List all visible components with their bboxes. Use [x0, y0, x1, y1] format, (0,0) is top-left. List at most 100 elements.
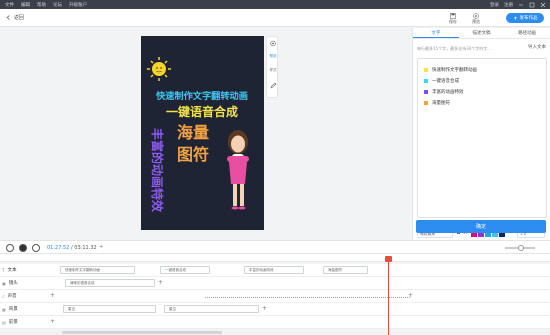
text-line-label: 一键语音合成	[432, 79, 459, 84]
save-label: 保存	[449, 19, 457, 24]
color-dot	[424, 68, 428, 72]
track-name: 镜头	[8, 281, 18, 286]
menu-help[interactable]: 帮助	[37, 2, 46, 8]
play-icon[interactable]	[19, 244, 27, 252]
track-label: ▣ 镜头	[2, 280, 18, 287]
poster-line3: 丰富的动画特效	[150, 128, 165, 213]
total-time: / 03:11.32	[71, 245, 97, 251]
text-line-item[interactable]: 一键语音合成	[424, 78, 459, 84]
poster-line4a: 海量	[177, 123, 209, 142]
timeline-clip[interactable]: 一键语音合成	[160, 266, 210, 274]
poster-line4b: 图符	[177, 145, 209, 164]
color-dot	[424, 79, 428, 83]
canvas-side-tools: 预设 样式	[266, 36, 278, 98]
track-camera: ▣ 镜头 清晰的语音合成 +	[0, 277, 550, 290]
track-label: T 文本	[2, 267, 17, 274]
panel-tabs: 文字 描述文稿 路径动画	[413, 28, 550, 39]
preview-label: 预览	[472, 19, 480, 24]
current-time: 01:27.52	[47, 245, 70, 251]
track-name: 声音	[7, 294, 17, 299]
text-line-item[interactable]: 丰富的动画特效	[424, 89, 464, 95]
poster-line2: 一键语音合成	[166, 104, 238, 119]
maximize-icon[interactable]	[529, 2, 535, 8]
login-link[interactable]: 登录	[490, 2, 499, 8]
text-line-item[interactable]: 海量图符	[424, 100, 450, 106]
menu-file[interactable]: 文件	[5, 2, 14, 8]
zoom-slider-thumb[interactable]	[518, 245, 524, 251]
add-icon[interactable]: +	[99, 244, 103, 250]
back-label: 返回	[14, 15, 25, 21]
style-tool[interactable]: 样式	[267, 68, 279, 73]
account-area: 登录 注册	[490, 0, 546, 9]
settings-icon[interactable]	[267, 40, 279, 47]
add-foreground-icon[interactable]: +	[50, 318, 55, 325]
tab-path-animation[interactable]: 路径动画	[504, 28, 550, 38]
add-clip-icon[interactable]: +	[158, 279, 163, 286]
register-link[interactable]: 注册	[504, 2, 513, 8]
timeline-clip[interactable]: 星空	[63, 305, 156, 313]
color-dot	[424, 101, 428, 105]
video-preview[interactable]: 快速制作文字翻转动画 一键语音合成 丰富的动画特效 海量 图符	[141, 36, 264, 230]
timeline-clip[interactable]: 星空	[164, 305, 259, 313]
properties-panel: 文字 描述文稿 路径动画 每行最多15个字，最多支持30个字符字... 导入文本…	[412, 28, 550, 240]
track-name: 背景	[8, 307, 18, 312]
track-label: ▤ 前景	[2, 319, 18, 326]
track-name: 前景	[8, 320, 18, 325]
timeline-clip[interactable]: 海量图符	[323, 266, 368, 274]
preview-button[interactable]: 预览	[472, 13, 480, 25]
add-clip-icon[interactable]: +	[408, 292, 413, 299]
edit-icon[interactable]	[267, 82, 279, 89]
timeline-ruler[interactable]	[0, 254, 550, 262]
upload-icon	[513, 16, 517, 20]
tab-script[interactable]: 描述文稿	[459, 28, 505, 38]
minimize-icon[interactable]	[518, 2, 524, 8]
track-foreground: ▤ 前景 +	[0, 316, 550, 329]
playhead[interactable]	[388, 256, 389, 335]
arrow-left-icon	[6, 15, 10, 20]
text-lines-editor[interactable]: 快速制作文字翻转动画 一键语音合成 丰富的动画特效 海量图符	[417, 58, 547, 218]
add-audio-icon[interactable]: +	[50, 292, 55, 299]
timeline-scrollbar[interactable]	[62, 331, 222, 334]
text-line-label: 丰富的动画特效	[432, 90, 464, 95]
export-button[interactable]: 发布作品	[506, 13, 544, 23]
image-icon: ▦	[2, 306, 6, 312]
track-name: 文本	[7, 268, 17, 273]
track-label: ▦ 背景	[2, 306, 18, 313]
save-button[interactable]: 保存	[449, 13, 457, 25]
tab-text[interactable]: 文字	[413, 28, 459, 38]
character-figure	[227, 130, 249, 210]
menu-edit[interactable]: 编辑	[21, 2, 30, 8]
next-icon[interactable]	[32, 244, 40, 252]
color-dot	[424, 90, 428, 94]
text-line-label: 快速制作文字翻转动画	[432, 68, 477, 73]
poster-line1: 快速制作文字翻转动画	[156, 90, 248, 102]
layer-icon: ▤	[2, 319, 6, 325]
text-icon: T	[2, 267, 5, 273]
menu-upgrade[interactable]: 升级账户	[69, 2, 87, 8]
close-icon[interactable]	[540, 2, 546, 8]
text-line-item[interactable]: 快速制作文字翻转动画	[424, 67, 477, 73]
previous-icon[interactable]	[6, 244, 14, 252]
track-background: ▦ 背景 星空 星空 +	[0, 303, 550, 316]
back-button[interactable]: 返回	[6, 14, 24, 21]
poster-artwork: 快速制作文字翻转动画 一键语音合成 丰富的动画特效 海量 图符	[147, 57, 249, 213]
timeline-clip[interactable]: 丰富的动画特效	[244, 266, 304, 274]
export-label: 发布作品	[519, 16, 538, 21]
confirm-button[interactable]: 确定	[416, 220, 546, 233]
timeline-clip[interactable]: 清晰的语音合成	[65, 279, 155, 287]
track-label: ♪ 声音	[2, 293, 17, 300]
audio-waveform[interactable]	[205, 296, 410, 299]
hint-row: 每行最多15个字，最多支持30个字符字... 导入文本	[417, 44, 546, 53]
playback-bar: 01:27.52 / 03:11.32 +	[0, 240, 550, 254]
preset-tool[interactable]: 预设	[267, 54, 279, 59]
import-text-button[interactable]: 导入文本	[528, 44, 546, 50]
text-line-label: 海量图符	[432, 101, 450, 106]
title-bar: 文件 编辑 帮助 论坛 升级账户 登录 注册	[0, 0, 550, 9]
add-clip-icon[interactable]: +	[262, 305, 267, 312]
text-limit-hint: 每行最多15个字，最多支持30个字符字...	[417, 46, 491, 51]
menu-forum[interactable]: 论坛	[53, 2, 62, 8]
menu-bar: 文件 编辑 帮助 论坛 升级账户	[0, 2, 87, 8]
timeline-clip[interactable]: 快速制作文字翻转动画	[60, 266, 135, 274]
playhead-handle[interactable]	[385, 256, 392, 262]
toolbar: 返回 保存 预览 发布作品	[0, 9, 550, 27]
